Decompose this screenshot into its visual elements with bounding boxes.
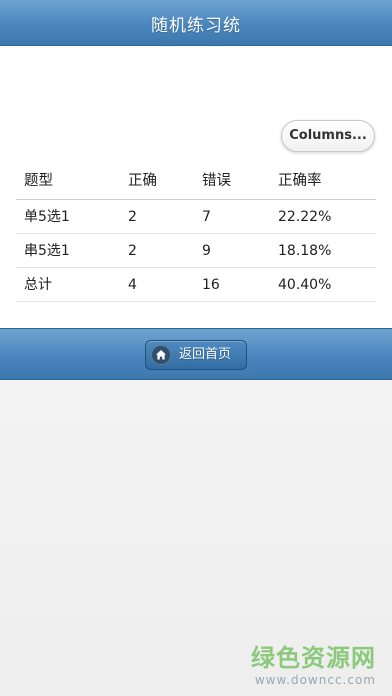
column-header-wrong: 错误 <box>202 173 231 189</box>
home-icon <box>151 345 171 365</box>
header-bar: 随机练习统 <box>0 0 392 46</box>
column-header-correct: 正确 <box>128 173 157 189</box>
back-to-home-label: 返回首页 <box>179 347 232 362</box>
cell-accuracy: 18.18% <box>278 243 332 259</box>
cell-wrong: 7 <box>202 209 211 225</box>
watermark-url: www.downcc.com <box>254 673 376 687</box>
footer-bar: 返回首页 <box>0 328 392 380</box>
main-content: Columns... 题型 正确 错误 正确率 单5选1 2 7 22.22% … <box>0 46 392 328</box>
table-row: 单5选1 2 7 22.22% <box>16 200 376 234</box>
table-row-total: 总计 4 16 40.40% <box>16 268 376 302</box>
watermark-title: 绿色资源网 <box>251 644 376 672</box>
cell-wrong: 9 <box>202 243 211 259</box>
table-header-row: 题型 正确 错误 正确率 <box>16 162 376 200</box>
watermark-logo: 绿色资源网 www.downcc.com <box>251 644 376 688</box>
cell-accuracy: 22.22% <box>278 209 332 225</box>
table-row: 串5选1 2 9 18.18% <box>16 234 376 268</box>
cell-accuracy: 40.40% <box>278 277 332 293</box>
column-header-accuracy: 正确率 <box>278 173 322 189</box>
column-header-type: 题型 <box>24 173 53 189</box>
cell-wrong: 16 <box>202 277 220 293</box>
back-to-home-button[interactable]: 返回首页 <box>145 340 247 370</box>
cell-type: 串5选1 <box>24 243 70 259</box>
cell-correct: 2 <box>128 243 137 259</box>
cell-correct: 4 <box>128 277 137 293</box>
cell-correct: 2 <box>128 209 137 225</box>
stats-table: 题型 正确 错误 正确率 单5选1 2 7 22.22% 串5选1 2 9 18… <box>16 162 376 302</box>
cell-type: 单5选1 <box>24 209 70 225</box>
cell-type: 总计 <box>24 277 52 293</box>
columns-button[interactable]: Columns... <box>281 120 375 152</box>
page-title: 随机练习统 <box>151 16 241 36</box>
